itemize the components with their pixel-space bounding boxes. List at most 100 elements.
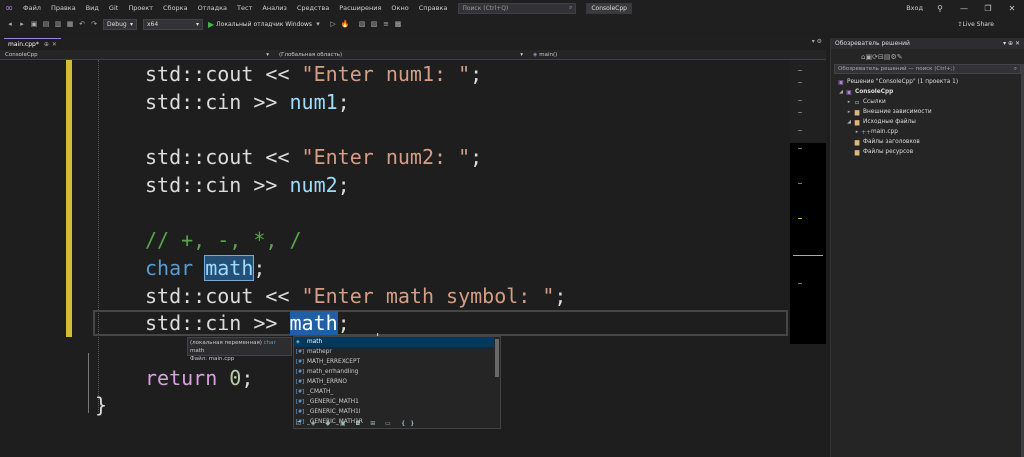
intellisense-item[interactable]: [#] _CMATH_ bbox=[294, 387, 494, 397]
tree-item-solution[interactable]: ▣ Решение "ConsoleCpp" (1 проекта 1) bbox=[831, 77, 1024, 87]
expand-arrow-icon[interactable]: ▸ bbox=[845, 109, 853, 115]
hot-reload-icon[interactable]: 🔥 bbox=[340, 19, 350, 29]
menu-debug[interactable]: Отладка bbox=[193, 4, 232, 12]
folder-icon: ▆ bbox=[854, 148, 860, 156]
account-icon[interactable]: ⚲ bbox=[928, 4, 952, 13]
tree-item-source-files[interactable]: ◢ ▆ Исходные файлы bbox=[831, 117, 1024, 127]
tree-item-external-deps[interactable]: ▸ ▆ Внешние зависимости bbox=[831, 107, 1024, 117]
tree-item-references[interactable]: ▸ ▫ Ссылки bbox=[831, 97, 1024, 107]
intellisense-filter-icons[interactable]: ⊡ ◈ ◆ ▣ ◘ ⊞ ▭ ❴❵ bbox=[296, 420, 419, 427]
intellisense-item[interactable]: [#] MATH_ERREXCEPT bbox=[294, 357, 494, 367]
save-icon[interactable]: ▥ bbox=[53, 19, 63, 29]
intellisense-item[interactable]: [#] MATH_ERRNO bbox=[294, 377, 494, 387]
menu-help[interactable]: Справка bbox=[414, 4, 453, 12]
open-icon[interactable]: ▤ bbox=[41, 19, 51, 29]
toolbar: ◂ ▸ ▣ ▤ ▥ ▦ ↶ ↷ Debug ▾ x64 ▾ ▶ Локальны… bbox=[0, 16, 1024, 32]
tooltip-prefix: (локальная переменная) bbox=[190, 340, 264, 346]
menu-window[interactable]: Окно bbox=[386, 4, 413, 12]
tooltip-type: char bbox=[263, 340, 276, 346]
macro-icon: [#] bbox=[296, 399, 305, 405]
search-icon: ⌕ bbox=[568, 4, 573, 11]
expand-arrow-icon[interactable]: ▸ bbox=[845, 99, 853, 105]
back-icon[interactable]: ◂ bbox=[5, 19, 15, 29]
show-all-icon[interactable]: ▤ bbox=[884, 53, 891, 61]
menu-build[interactable]: Сборка bbox=[158, 4, 193, 12]
editor-scrollbar-map[interactable] bbox=[790, 60, 826, 344]
nav-function-label: main() bbox=[539, 52, 558, 58]
forward-icon[interactable]: ▸ bbox=[17, 19, 27, 29]
menu-analyze[interactable]: Анализ bbox=[257, 4, 292, 12]
menu-project[interactable]: Проект bbox=[123, 4, 158, 12]
minimize-icon[interactable]: — bbox=[952, 4, 976, 13]
comment-icon[interactable]: ▩ bbox=[393, 19, 403, 29]
document-tab-strip: main.cpp* ⊕ ✕ ▾ ⚙ bbox=[0, 38, 826, 49]
chevron-down-icon: ▾ bbox=[129, 20, 133, 28]
menu-file[interactable]: Файл bbox=[18, 4, 46, 12]
menu-git[interactable]: Git bbox=[104, 4, 123, 12]
menu-tools[interactable]: Средства bbox=[292, 4, 334, 12]
panel-menu-icon[interactable]: ▾ ⊕ ✕ bbox=[1003, 40, 1020, 47]
chevron-down-icon: ▾ bbox=[520, 52, 523, 58]
collapse-arrow-icon[interactable]: ◢ bbox=[845, 119, 853, 125]
tree-item-resource-files[interactable]: ▆ Файлы ресурсов bbox=[831, 147, 1024, 157]
new-item-icon[interactable]: ▣ bbox=[29, 19, 39, 29]
configuration-select[interactable]: Debug ▾ bbox=[103, 18, 137, 30]
intellisense-item[interactable]: [#] _GENERIC_MATH1I bbox=[294, 407, 494, 417]
save-all-icon[interactable]: ▦ bbox=[65, 19, 75, 29]
run-dropdown-icon[interactable]: ▾ bbox=[313, 19, 323, 29]
solution-explorer-search[interactable]: Обозреватель решений — поиск (Ctrl+;) ⌕ bbox=[834, 64, 1021, 74]
close-window-icon[interactable]: ✕ bbox=[1000, 4, 1024, 13]
nav-project-select[interactable]: ConsoleCpp ▾ bbox=[2, 51, 272, 59]
menu-test[interactable]: Тест bbox=[232, 4, 257, 12]
solution-explorer-toolbar: ⌂ ▣ ⟳ ⊟ ▤ ⚙ ✎ bbox=[831, 49, 1024, 64]
live-share-button[interactable]: ⇪ Live Share bbox=[957, 16, 994, 32]
intellisense-item[interactable]: [#] math_errhandling bbox=[294, 367, 494, 377]
minimap-caret-line bbox=[793, 255, 823, 256]
solution-tool-icon[interactable]: ▧ bbox=[357, 19, 367, 29]
intellisense-popup[interactable]: ◈ math [#] mathерr [#] MATH_ERREXCEPT [#] ma… bbox=[293, 336, 501, 429]
tree-item-header-files[interactable]: ▆ Файлы заголовков bbox=[831, 137, 1024, 147]
minimap-viewport[interactable] bbox=[790, 143, 826, 344]
menu-edit[interactable]: Правка bbox=[46, 4, 81, 12]
start-debugging-icon[interactable]: ▶ bbox=[208, 20, 214, 29]
redo-icon[interactable]: ↷ bbox=[89, 19, 99, 29]
semicolon: ; bbox=[337, 90, 350, 114]
intellisense-item[interactable]: ◈ math bbox=[294, 337, 494, 347]
code-line-1: std::cout << "Enter num1: "; bbox=[145, 62, 482, 86]
tree-item-main-cpp[interactable]: ▸ ++ main.cpp bbox=[831, 127, 1024, 137]
change-marker bbox=[66, 60, 72, 337]
tree-item-project[interactable]: ◢ ▣ ConsoleCpp bbox=[831, 87, 1024, 97]
intellisense-label: math bbox=[307, 339, 323, 345]
nav-function-select[interactable]: ◈ main() bbox=[530, 51, 820, 59]
tab-list-dropdown-icon[interactable]: ▾ ⚙ bbox=[812, 38, 822, 45]
menu-view[interactable]: Вид bbox=[81, 4, 104, 12]
sign-in-link[interactable]: Вход bbox=[901, 4, 928, 12]
tab-main-cpp[interactable]: main.cpp* ⊕ ✕ bbox=[4, 38, 61, 49]
format-icon[interactable]: ≡ bbox=[381, 19, 391, 29]
intellisense-scrollbar[interactable] bbox=[495, 339, 499, 377]
switch-view-icon[interactable]: ▣ bbox=[865, 53, 872, 61]
wrench-icon[interactable]: ✎ bbox=[897, 53, 903, 61]
platform-select[interactable]: x64 ▾ bbox=[143, 18, 203, 30]
nav-project-label: ConsoleCpp bbox=[5, 52, 38, 58]
intellisense-label: _CMATH_ bbox=[307, 389, 334, 395]
intellisense-list[interactable]: ◈ math [#] mathерr [#] MATH_ERREXCEPT [#] ma… bbox=[294, 337, 494, 427]
search-input[interactable]: Поиск (Ctrl+Q) ⌕ bbox=[458, 2, 577, 14]
layout-icon[interactable]: ▨ bbox=[369, 19, 379, 29]
undo-icon[interactable]: ↶ bbox=[77, 19, 87, 29]
start-debugging-button[interactable]: Локальный отладчик Windows bbox=[216, 21, 312, 28]
nav-scope-select[interactable]: (Глобальная область) ▾ bbox=[276, 51, 526, 59]
menu-extensions[interactable]: Расширения bbox=[334, 4, 386, 12]
intellisense-item[interactable]: [#] mathерr bbox=[294, 347, 494, 357]
close-tab-icon[interactable]: ✕ bbox=[52, 41, 57, 48]
collapse-arrow-icon[interactable]: ◢ bbox=[837, 89, 845, 95]
minimap-mark bbox=[798, 148, 802, 149]
expand-arrow-icon[interactable]: ▸ bbox=[853, 129, 861, 135]
minimap-mark bbox=[798, 183, 802, 184]
restore-icon[interactable]: ❐ bbox=[976, 4, 1000, 13]
pin-icon[interactable]: ⊕ bbox=[44, 41, 49, 48]
start-without-debugging-icon[interactable]: ▷ bbox=[328, 19, 338, 29]
intellisense-item[interactable]: [#] _GENERIC_MATH1 bbox=[294, 397, 494, 407]
